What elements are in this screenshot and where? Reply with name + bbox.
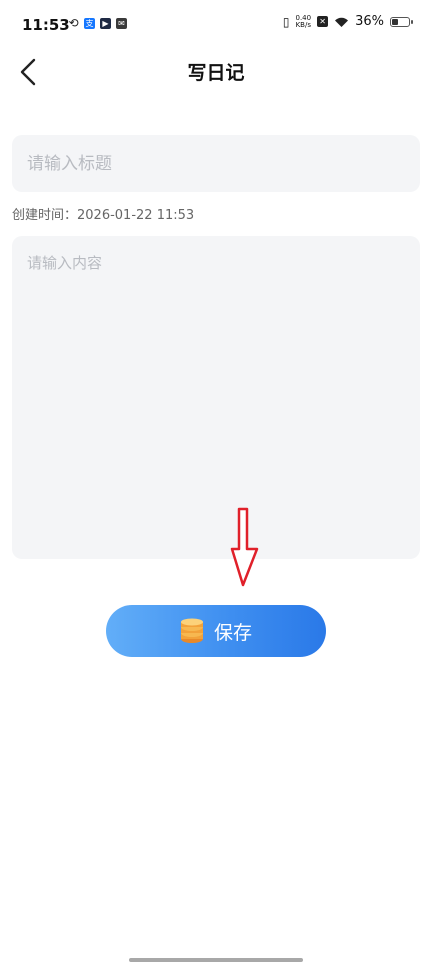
- status-bar: 11:53 ⟲ 支 ▶ ✉ ▯ 0.40 KB/s ✕ 36%: [0, 0, 432, 52]
- save-button[interactable]: 保存: [106, 605, 326, 657]
- home-indicator[interactable]: [129, 958, 303, 962]
- battery-level: [392, 18, 399, 25]
- wifi-icon: [335, 17, 349, 27]
- title-field[interactable]: [12, 135, 420, 192]
- created-time-value: 2026-01-22 11:53: [77, 208, 195, 223]
- battery-icon: [390, 16, 413, 27]
- down-arrow-annotation: [230, 507, 259, 587]
- coin-stack-icon: [180, 618, 203, 643]
- created-time-label: 创建时间：: [12, 208, 78, 223]
- loop-icon: ⟲: [68, 16, 79, 30]
- mail-icon: ✉: [116, 18, 127, 29]
- page-title: 写日记: [187, 62, 245, 84]
- header: 写日记: [0, 52, 432, 92]
- alipay-icon: 支: [84, 18, 95, 29]
- status-time: 11:53: [22, 16, 70, 34]
- network-speed-unit: KB/s: [295, 20, 311, 29]
- system-indicators: ▯ 0.40 KB/s ✕ 36%: [282, 14, 413, 29]
- save-button-label: 保存: [213, 621, 252, 644]
- content-input[interactable]: [12, 236, 420, 559]
- no-sim-icon: ✕: [317, 16, 329, 27]
- network-speed: 0.40 KB/s: [295, 14, 312, 29]
- battery-percent: 36%: [355, 14, 384, 29]
- vibrate-icon: ▯: [282, 14, 290, 29]
- video-icon: ▶: [100, 18, 111, 29]
- title-input[interactable]: [12, 135, 420, 192]
- created-time-row: 创建时间：2026-01-22 11:53: [12, 204, 194, 223]
- notification-icons: ⟲ 支 ▶ ✉: [68, 16, 127, 30]
- content-field[interactable]: [12, 236, 420, 559]
